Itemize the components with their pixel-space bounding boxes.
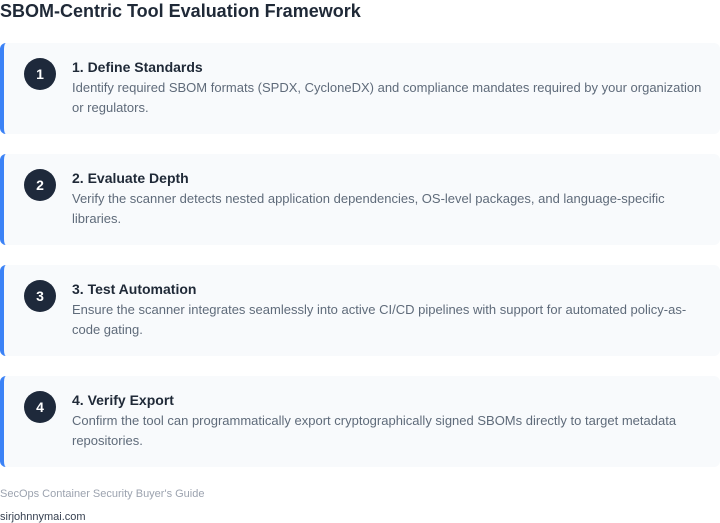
steps-list: 1 1. Define Standards Identify required … [0,43,720,487]
step-title: 2. Evaluate Depth [72,170,189,186]
step-number-badge: 2 [24,169,56,201]
step-card-define-standards: 1 1. Define Standards Identify required … [0,43,720,134]
page-title: SBOM-Centric Tool Evaluation Framework [0,1,361,21]
step-title: 1. Define Standards [72,59,203,75]
page: SBOM-Centric Tool Evaluation Framework 1… [0,0,720,523]
step-number-badge: 1 [24,58,56,90]
footer-site-label: sirjohnnymai.com [0,511,86,523]
footer-guide-label: SecOps Container Security Buyer's Guide [0,488,205,500]
step-card-verify-export: 4 4. Verify Export Confirm the tool can … [0,376,720,467]
step-description: Confirm the tool can programmatically ex… [72,413,677,448]
step-description: Verify the scanner detects nested applic… [72,191,665,226]
step-description: Ensure the scanner integrates seamlessly… [72,302,687,337]
step-number-badge: 4 [24,391,56,423]
step-card-test-automation: 3 3. Test Automation Ensure the scanner … [0,265,720,356]
step-title: 4. Verify Export [72,392,174,408]
step-number-badge: 3 [24,280,56,312]
step-title: 3. Test Automation [72,281,197,297]
step-description: Identify required SBOM formats (SPDX, Cy… [72,80,702,115]
step-card-evaluate-depth: 2 2. Evaluate Depth Verify the scanner d… [0,154,720,245]
